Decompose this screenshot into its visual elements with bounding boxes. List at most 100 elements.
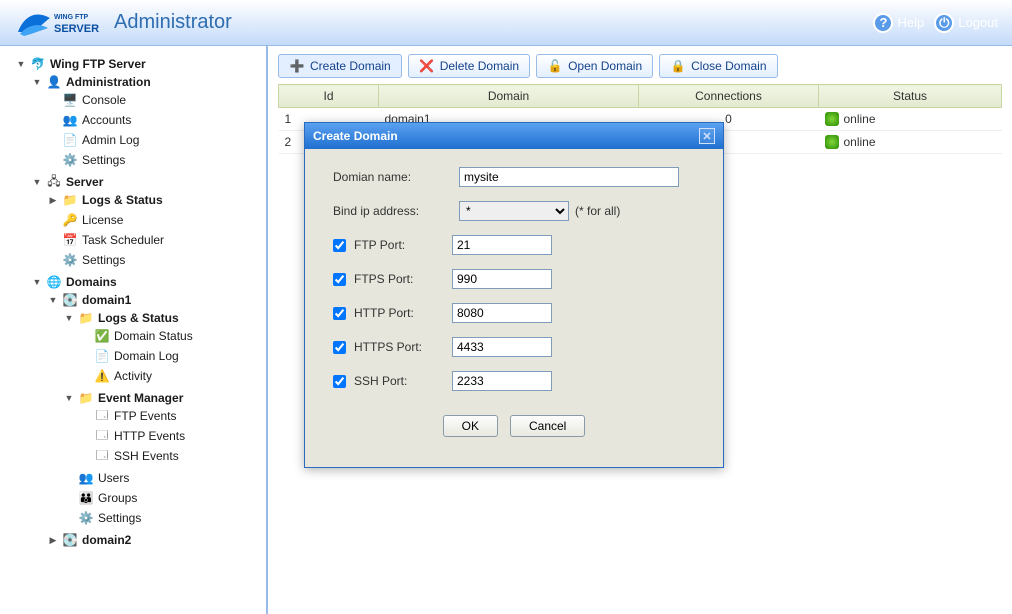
folder-icon: 📁	[62, 192, 78, 208]
activity-icon: ⚠️	[94, 368, 110, 384]
https-port-checkbox[interactable]	[333, 341, 346, 354]
tree-groups[interactable]: 👪Groups	[64, 490, 262, 506]
help-label: Help	[897, 15, 924, 30]
col-id[interactable]: Id	[279, 85, 379, 108]
tree-users[interactable]: 👥Users	[64, 470, 262, 486]
create-domain-dialog: Create Domain ✕ Domian name: Bind ip add…	[304, 122, 724, 468]
header-left: WING FTP SERVER Administrator	[14, 6, 232, 40]
disk-icon: 💽	[62, 532, 78, 548]
domain-toolbar: ➕Create Domain ❌Delete Domain 🔓Open Doma…	[278, 54, 1002, 78]
status-badge: online	[825, 112, 996, 126]
nav-tree: ▼🐬Wing FTP Server ▼👤Administration 🖥️Con…	[0, 46, 268, 614]
online-icon	[825, 112, 839, 126]
col-connections[interactable]: Connections	[639, 85, 819, 108]
console-icon: 🖥️	[62, 92, 78, 108]
power-icon: ⏻	[934, 13, 954, 33]
http-port-input[interactable]	[452, 303, 552, 323]
event-icon: 🗔	[94, 428, 110, 444]
tree-root[interactable]: ▼🐬Wing FTP Server	[16, 56, 262, 72]
logo-icon: 🐬	[30, 56, 46, 72]
https-port-input[interactable]	[452, 337, 552, 357]
main-panel: ➕Create Domain ❌Delete Domain 🔓Open Doma…	[268, 46, 1012, 614]
ftps-port-checkbox[interactable]	[333, 273, 346, 286]
tree-ssh-events[interactable]: 🗔SSH Events	[80, 448, 262, 464]
tree-administration[interactable]: ▼👤Administration	[32, 74, 262, 90]
ssh-port-label: SSH Port:	[354, 374, 452, 388]
ftps-port-input[interactable]	[452, 269, 552, 289]
tree-domain-log[interactable]: 📄Domain Log	[80, 348, 262, 364]
domain-name-input[interactable]	[459, 167, 679, 187]
col-domain[interactable]: Domain	[379, 85, 639, 108]
tree-activity[interactable]: ⚠️Activity	[80, 368, 262, 384]
dialog-titlebar[interactable]: Create Domain ✕	[305, 123, 723, 149]
status-icon: ✅	[94, 328, 110, 344]
tree-admin-log[interactable]: 📄Admin Log	[48, 132, 262, 148]
bind-ip-hint: (* for all)	[575, 204, 620, 218]
logo-text-top: WING FTP	[54, 14, 89, 21]
tree-task-scheduler[interactable]: 📅Task Scheduler	[48, 232, 262, 248]
tree-ftp-events[interactable]: 🗔FTP Events	[80, 408, 262, 424]
https-port-label: HTTPS Port:	[354, 340, 452, 354]
folder-icon: 📁	[78, 390, 94, 406]
server-icon: 🖧	[46, 174, 62, 190]
tree-license[interactable]: 🔑License	[48, 212, 262, 228]
http-port-label: HTTP Port:	[354, 306, 452, 320]
logout-label: Logout	[958, 15, 998, 30]
tree-admin-settings[interactable]: ⚙️Settings	[48, 152, 262, 168]
tree-console[interactable]: 🖥️Console	[48, 92, 262, 108]
close-domain-button[interactable]: 🔒Close Domain	[659, 54, 777, 78]
dialog-title: Create Domain	[313, 129, 398, 143]
logo-text-bottom: SERVER	[54, 23, 99, 35]
tree-event-manager[interactable]: ▼📁Event Manager	[64, 390, 262, 406]
delete-icon: ❌	[419, 58, 435, 74]
tree-domain2[interactable]: ▶💽domain2	[48, 532, 262, 548]
tree-accounts[interactable]: 👥Accounts	[48, 112, 262, 128]
event-icon: 🗔	[94, 408, 110, 424]
open-domain-button[interactable]: 🔓Open Domain	[536, 54, 653, 78]
dialog-cancel-button[interactable]: Cancel	[510, 415, 585, 437]
tree-d1-logs-status[interactable]: ▼📁Logs & Status	[64, 310, 262, 326]
tree-domain-status[interactable]: ✅Domain Status	[80, 328, 262, 344]
status-badge: online	[825, 135, 996, 149]
http-port-checkbox[interactable]	[333, 307, 346, 320]
ftp-port-label: FTP Port:	[354, 238, 452, 252]
tree-d1-settings[interactable]: ⚙️Settings	[64, 510, 262, 526]
key-icon: 🔑	[62, 212, 78, 228]
tree-server-settings[interactable]: ⚙️Settings	[48, 252, 262, 268]
dialog-close-button[interactable]: ✕	[699, 128, 715, 144]
ftps-port-label: FTPS Port:	[354, 272, 452, 286]
tree-http-events[interactable]: 🗔HTTP Events	[80, 428, 262, 444]
bind-ip-select[interactable]: *	[459, 201, 569, 221]
tree-domain1[interactable]: ▼💽domain1	[48, 292, 262, 308]
ftp-port-checkbox[interactable]	[333, 239, 346, 252]
tree-server[interactable]: ▼🖧Server	[32, 174, 262, 190]
col-status[interactable]: Status	[819, 85, 1002, 108]
close-icon-btn: 🔒	[670, 58, 686, 74]
help-icon: ?	[873, 13, 893, 33]
ssh-port-checkbox[interactable]	[333, 375, 346, 388]
calendar-icon: 📅	[62, 232, 78, 248]
tree-server-logs-status[interactable]: ▶📁Logs & Status	[48, 192, 262, 208]
log-icon: 📄	[94, 348, 110, 364]
logout-button[interactable]: ⏻ Logout	[934, 13, 998, 33]
bind-ip-label: Bind ip address:	[333, 204, 459, 218]
globe-icon: 🌐	[46, 274, 62, 290]
app-logo: WING FTP SERVER	[14, 6, 102, 40]
header-right: ? Help ⏻ Logout	[873, 13, 998, 33]
help-button[interactable]: ? Help	[873, 13, 924, 33]
user-icon: 👤	[46, 74, 62, 90]
groups-icon: 👪	[78, 490, 94, 506]
online-icon	[825, 135, 839, 149]
add-icon: ➕	[289, 58, 305, 74]
page-title: Administrator	[114, 11, 232, 34]
delete-domain-button[interactable]: ❌Delete Domain	[408, 54, 530, 78]
create-domain-button[interactable]: ➕Create Domain	[278, 54, 402, 78]
open-icon: 🔓	[547, 58, 563, 74]
app-header: WING FTP SERVER Administrator ? Help ⏻ L…	[0, 0, 1012, 46]
ftp-port-input[interactable]	[452, 235, 552, 255]
ssh-port-input[interactable]	[452, 371, 552, 391]
tree-domains[interactable]: ▼🌐Domains	[32, 274, 262, 290]
dialog-ok-button[interactable]: OK	[443, 415, 498, 437]
domain-name-label: Domian name:	[333, 170, 459, 184]
log-icon: 📄	[62, 132, 78, 148]
